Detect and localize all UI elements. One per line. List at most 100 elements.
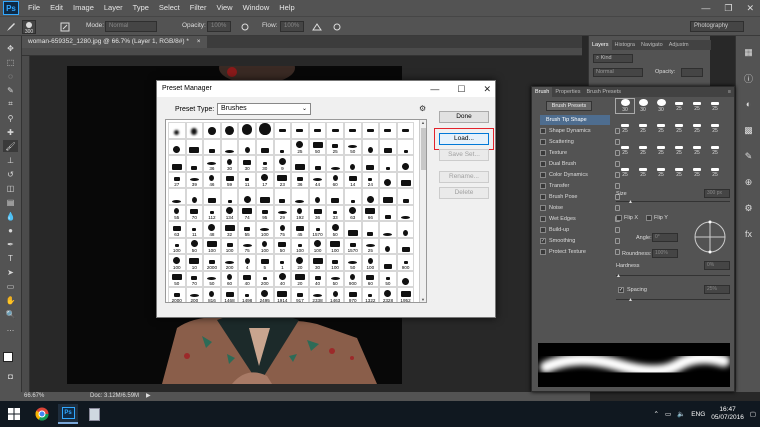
brush-preset-cell[interactable] — [185, 138, 204, 155]
brush-preset-cell[interactable]: 1463 — [326, 287, 344, 302]
brush-preset-cell[interactable] — [168, 188, 186, 205]
flow-field[interactable]: 100% — [280, 21, 304, 32]
brush-panel-icon[interactable]: ✎ — [742, 150, 755, 162]
brush-panel-toggle-icon[interactable] — [60, 22, 70, 32]
brush-tip-item[interactable]: 25 — [652, 143, 670, 157]
brush-preset-cell[interactable]: 20 — [291, 254, 309, 271]
move-tool-icon[interactable]: ✥ — [3, 42, 18, 54]
size-slider[interactable] — [616, 201, 730, 202]
brush-tip-item[interactable]: 25 — [688, 99, 706, 113]
brush-preset-cell[interactable] — [326, 122, 344, 139]
hand-tool-icon[interactable]: ✋ — [3, 294, 18, 306]
brush-preset-cell[interactable]: 50 — [326, 270, 344, 287]
eyedropper-tool-icon[interactable]: ⚲ — [3, 112, 18, 124]
opacity-field[interactable]: 100% — [207, 21, 231, 32]
zoom-level[interactable]: 66.67% — [24, 392, 44, 401]
brush-tool-icon[interactable]: 🖌 — [3, 140, 18, 152]
brush-preset-cell[interactable]: 36 — [308, 204, 327, 221]
brush-preset-cell[interactable]: 60 — [361, 270, 380, 287]
file-explorer-icon[interactable] — [84, 404, 104, 424]
brush-tip-item[interactable]: 25 — [616, 143, 634, 157]
layer-filter-select[interactable]: ⌕ Kind — [593, 54, 633, 63]
brush-preset-cell[interactable] — [220, 138, 239, 155]
panel-menu-icon[interactable]: ≡ — [725, 87, 734, 97]
brush-option-item[interactable]: Noise — [540, 203, 620, 213]
tab-navigator[interactable]: Navigato — [638, 40, 666, 50]
brush-preset-cell[interactable]: 66 — [361, 204, 380, 221]
chrome-icon[interactable] — [32, 404, 52, 424]
brush-preset-cell[interactable]: 9 — [273, 155, 292, 172]
pen-tool-icon[interactable]: ✒ — [3, 238, 18, 250]
dialog-maximize-icon[interactable]: ☐ — [457, 81, 465, 97]
blur-tool-icon[interactable]: 💧 — [3, 210, 18, 222]
brush-option-checkbox[interactable] — [540, 216, 546, 222]
brush-option-item[interactable]: Dual Brush — [540, 159, 620, 169]
scroll-up-icon[interactable]: ▲ — [421, 120, 425, 125]
roundness-field[interactable]: 100% — [652, 249, 678, 258]
dialog-close-icon[interactable]: ✕ — [483, 81, 491, 97]
brush-preset-cell[interactable]: 46 — [203, 171, 221, 188]
menu-image[interactable]: Image — [68, 0, 99, 16]
brush-option-item[interactable]: Transfer — [540, 181, 620, 191]
brush-option-item[interactable]: Brush Pose — [540, 192, 620, 202]
scroll-down-icon[interactable]: ▼ — [421, 297, 425, 302]
brush-tip-item[interactable]: 25 — [634, 143, 652, 157]
angle-field[interactable]: 0° — [652, 233, 678, 242]
brush-preset-cell[interactable] — [396, 221, 415, 238]
crop-tool-icon[interactable]: ⌗ — [3, 98, 18, 110]
brush-tip-item[interactable]: 30 — [615, 98, 635, 114]
brush-tip-item[interactable]: 25 — [670, 143, 688, 157]
brush-preset-cell[interactable] — [168, 155, 186, 172]
pressure-opacity-icon[interactable] — [240, 22, 250, 32]
mode-select[interactable]: Normal — [105, 21, 157, 32]
brush-preset-cell[interactable]: 75 — [238, 237, 256, 254]
brush-preset-cell[interactable]: 74 — [238, 204, 256, 221]
brush-preset-cell[interactable]: 917 — [291, 287, 309, 302]
brush-tip-item[interactable]: 25 — [670, 99, 688, 113]
keyboard-language[interactable]: ENG — [691, 411, 705, 418]
brush-preset-cell[interactable]: 29 — [273, 204, 292, 221]
brush-preset-cell[interactable] — [379, 138, 397, 155]
brush-tip-item[interactable]: 30 — [652, 99, 670, 113]
brush-preset-cell[interactable] — [168, 138, 186, 155]
brush-preset-cell[interactable]: 30 — [256, 155, 274, 172]
brush-preset-cell[interactable]: 100 — [256, 221, 274, 238]
brush-preset-cell[interactable]: 1914 — [273, 287, 292, 302]
brush-option-checkbox[interactable] — [540, 227, 546, 233]
brush-preset-cell[interactable] — [185, 122, 204, 139]
brush-option-item[interactable]: Scattering — [540, 137, 620, 147]
brush-preset-cell[interactable]: 1468 — [220, 287, 239, 302]
brush-preset-cell[interactable]: 1498 — [238, 287, 256, 302]
brush-preset-cell[interactable]: 2328 — [379, 287, 397, 302]
rename-button[interactable]: Rename... — [439, 171, 489, 183]
menu-layer[interactable]: Layer — [99, 0, 128, 16]
brush-tip-item[interactable]: 25 — [634, 165, 652, 179]
brush-preset-cell[interactable]: 95 — [256, 204, 274, 221]
quick-mask-icon[interactable]: ◘ — [3, 370, 18, 382]
load-button[interactable]: Load... — [439, 133, 489, 145]
brush-preset-cell[interactable] — [361, 221, 380, 238]
brush-preset-cell[interactable] — [203, 188, 221, 205]
brush-tip-item[interactable]: 25 — [706, 121, 724, 135]
brush-preset-cell[interactable]: 100 — [203, 237, 221, 254]
brush-preset-cell[interactable]: 44 — [308, 171, 327, 188]
menu-select[interactable]: Select — [154, 0, 185, 16]
menu-edit[interactable]: Edit — [45, 0, 68, 16]
stamp-tool-icon[interactable]: ⊥ — [3, 154, 18, 166]
brush-option-checkbox[interactable] — [540, 150, 546, 156]
brush-preset-cell[interactable]: 970 — [344, 287, 362, 302]
brush-preset-cell[interactable] — [396, 237, 415, 254]
hardness-slider-thumb[interactable]: ▲ — [616, 273, 621, 279]
brush-preset-cell[interactable]: 50 — [185, 237, 204, 254]
menu-window[interactable]: Window — [238, 0, 275, 16]
brush-preset-cell[interactable]: 10 — [185, 254, 204, 271]
brush-preset-cell[interactable]: 24 — [361, 171, 380, 188]
pressure-size-icon[interactable] — [332, 22, 342, 32]
brush-preset-cell[interactable]: 48 — [203, 221, 221, 238]
network-icon[interactable]: ▭ — [665, 410, 671, 418]
done-button[interactable]: Done — [439, 111, 489, 123]
brush-preset-cell[interactable] — [256, 122, 274, 139]
lock-icon[interactable] — [615, 238, 620, 244]
brush-preset-cell[interactable] — [379, 188, 397, 205]
menu-type[interactable]: Type — [128, 0, 154, 16]
